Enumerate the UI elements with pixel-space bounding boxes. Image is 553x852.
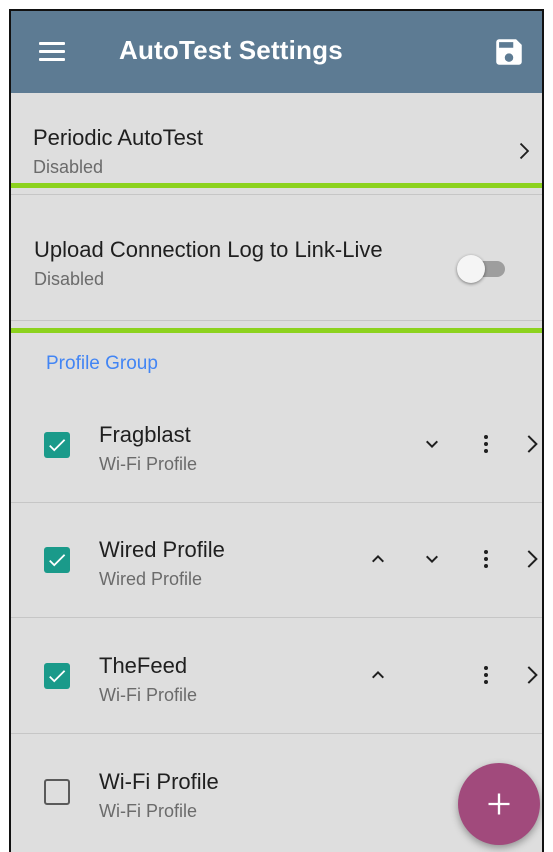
chevron-right-icon[interactable] (519, 547, 543, 571)
profile-name: Wired Profile (99, 537, 225, 562)
more-vert-icon[interactable] (474, 663, 498, 687)
move-up-icon[interactable] (366, 547, 390, 571)
move-down-icon[interactable] (420, 547, 444, 571)
plus-icon (488, 793, 510, 815)
chevron-right-icon[interactable] (519, 432, 543, 456)
add-button[interactable] (458, 763, 540, 845)
checkmark-icon (49, 670, 66, 683)
checkmark-icon (49, 439, 66, 452)
profile-row[interactable]: TheFeed Wi-Fi Profile (11, 619, 542, 734)
profile-type: Wi-Fi Profile (99, 454, 197, 474)
app-bar: AutoTest Settings (11, 11, 542, 93)
periodic-autotest-label: Periodic AutoTest (33, 125, 203, 150)
profile-name: Fragblast (99, 422, 191, 447)
profile-checkbox[interactable] (44, 779, 70, 805)
profile-name: Wi-Fi Profile (99, 769, 219, 794)
save-icon[interactable] (492, 35, 526, 69)
more-vert-icon[interactable] (474, 547, 498, 571)
chevron-right-icon[interactable] (519, 663, 543, 687)
periodic-autotest-row[interactable]: Periodic AutoTest Disabled (11, 93, 542, 195)
profile-row[interactable]: Wired Profile Wired Profile (11, 503, 542, 618)
profile-checkbox[interactable] (44, 547, 70, 573)
profile-type: Wi-Fi Profile (99, 801, 197, 821)
move-down-icon[interactable] (420, 432, 444, 456)
profile-type: Wired Profile (99, 569, 203, 589)
profile-checkbox[interactable] (44, 432, 70, 458)
profile-name: TheFeed (99, 653, 188, 678)
profile-group-header: Profile Group (46, 353, 158, 374)
page-title: AutoTest Settings (119, 35, 343, 65)
profile-checkbox[interactable] (44, 663, 70, 689)
more-vert-icon[interactable] (474, 432, 498, 456)
move-up-icon[interactable] (366, 663, 390, 687)
highlight-box (11, 183, 542, 333)
periodic-autotest-status: Disabled (33, 157, 104, 177)
app-screen: AutoTest Settings Periodic AutoTest Disa… (9, 9, 544, 852)
checkmark-icon (49, 554, 66, 567)
menu-icon[interactable] (37, 37, 67, 67)
profile-row[interactable]: Fragblast Wi-Fi Profile (11, 388, 542, 503)
chevron-right-icon[interactable] (512, 140, 534, 162)
profile-type: Wi-Fi Profile (99, 685, 197, 705)
